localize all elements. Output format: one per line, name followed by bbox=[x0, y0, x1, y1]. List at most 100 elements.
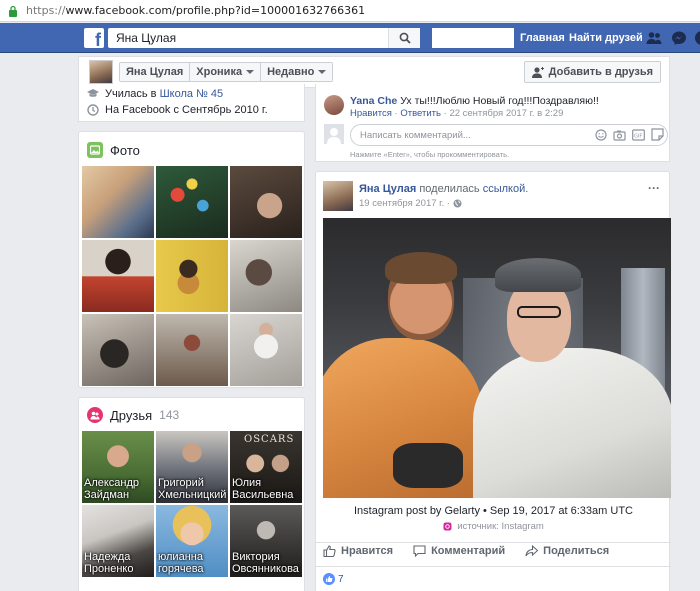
emoji-icon[interactable] bbox=[595, 129, 607, 141]
photo-thumbnail[interactable] bbox=[230, 314, 302, 386]
friend-tile[interactable]: Надежда Проненко bbox=[82, 505, 154, 577]
school-link[interactable]: Школа № 45 bbox=[160, 88, 224, 100]
graduation-cap-icon bbox=[87, 89, 99, 97]
timeline-label: Хроника bbox=[196, 66, 243, 78]
right-person-jacket bbox=[473, 348, 671, 498]
education-row: Училась в Школа № 45 bbox=[87, 88, 223, 100]
post-author-name[interactable]: Яна Цулая bbox=[359, 183, 416, 195]
facebook-logo[interactable]: f bbox=[84, 28, 104, 48]
like-button[interactable]: Нравится bbox=[323, 545, 393, 557]
post-date[interactable]: 19 сентября 2017 г. · bbox=[359, 198, 450, 209]
user-name-box[interactable] bbox=[432, 28, 514, 48]
friend-tile[interactable]: Александр Зайдман bbox=[82, 431, 154, 503]
comment-text: Ух ты!!!Люблю Новый год!!!Поздравляю!! bbox=[397, 95, 599, 107]
tab-profile-name[interactable]: Яна Цулая bbox=[120, 63, 191, 81]
friend-tile[interactable]: юлианна горячева bbox=[156, 505, 228, 577]
url-text: www.facebook.com/profile.php?id=10000163… bbox=[65, 4, 366, 17]
friend-name: Юлия Васильевна bbox=[232, 477, 294, 501]
my-avatar bbox=[324, 124, 344, 144]
nav-home-link[interactable]: Главная bbox=[520, 32, 565, 44]
search-input[interactable]: Яна Цулая bbox=[108, 28, 420, 48]
comment-actions: Нравится · Ответить · 22 сентября 2017 г… bbox=[350, 108, 564, 119]
instagram-icon bbox=[443, 522, 452, 531]
tab-recent[interactable]: Недавно bbox=[261, 63, 333, 81]
previous-post-comments: Yana Che Ух ты!!!Люблю Новый год!!!Поздр… bbox=[315, 84, 670, 162]
intro-card: Училась в Школа № 45 На Facebook с Сентя… bbox=[78, 84, 305, 122]
friend-name: Григорий Хмельницкий bbox=[158, 477, 227, 501]
chevron-down-icon bbox=[246, 70, 255, 74]
post-action-text: поделилась bbox=[419, 183, 480, 195]
facebook-top-bar: f Яна Цулая Главная Найти друзей bbox=[0, 23, 700, 53]
photos-icon bbox=[87, 142, 103, 158]
like-label: Нравится bbox=[341, 545, 394, 557]
friend-name: Надежда Проненко bbox=[84, 551, 134, 575]
reactions-summary[interactable]: 7 bbox=[323, 573, 344, 585]
member-since-text: На Facebook с Сентябрь 2010 г. bbox=[105, 104, 268, 116]
comment-placeholder: Написать комментарий... bbox=[360, 130, 471, 141]
globe-icon bbox=[453, 199, 462, 208]
comment-input[interactable]: Написать комментарий... GIF bbox=[350, 124, 668, 146]
photo-thumbnail[interactable] bbox=[230, 166, 302, 238]
education-prefix: Училась в bbox=[105, 88, 157, 100]
friend-name: Александр Зайдман bbox=[84, 477, 140, 501]
share-button[interactable]: Поделиться bbox=[525, 545, 609, 557]
reactions-count: 7 bbox=[338, 573, 344, 585]
comment-body: Yana Che Ух ты!!!Люблю Новый год!!!Поздр… bbox=[350, 95, 600, 107]
photo-thumbnail[interactable] bbox=[82, 240, 154, 312]
nav-find-friends-link[interactable]: Найти друзей bbox=[569, 32, 643, 44]
post-options-button[interactable]: ··· bbox=[648, 181, 660, 195]
commenter-avatar[interactable] bbox=[324, 95, 344, 115]
photo-thumbnail[interactable] bbox=[156, 240, 228, 312]
comment-date: 22 сентября 2017 г. в 2:29 bbox=[449, 108, 564, 119]
notifications-icon[interactable] bbox=[694, 30, 700, 46]
friend-requests-icon[interactable] bbox=[646, 30, 662, 46]
friend-tile[interactable]: Виктория Овсянникова bbox=[230, 505, 302, 577]
search-button[interactable] bbox=[388, 28, 420, 48]
friend-tile[interactable]: OSCARS Юлия Васильевна bbox=[230, 431, 302, 503]
post-author-avatar[interactable] bbox=[323, 181, 353, 211]
profile-avatar-small[interactable] bbox=[89, 60, 113, 84]
camera-icon[interactable] bbox=[613, 129, 626, 141]
post-link-word[interactable]: ссылкой bbox=[483, 183, 526, 195]
photos-card: Фото bbox=[78, 131, 305, 388]
commenter-name[interactable]: Yana Che bbox=[350, 95, 397, 107]
photo-thumbnail[interactable] bbox=[156, 166, 228, 238]
photo-thumbnail[interactable] bbox=[82, 166, 154, 238]
comment-reply-link[interactable]: Ответить bbox=[400, 108, 441, 119]
chevron-down-icon bbox=[318, 70, 327, 74]
comment-like-link[interactable]: Нравится bbox=[350, 108, 392, 119]
link-source: источник: Instagram bbox=[316, 521, 671, 532]
post-meta: 19 сентября 2017 г. · bbox=[359, 198, 462, 209]
friends-count: 143 bbox=[159, 408, 180, 422]
add-friend-button[interactable]: Добавить в друзья bbox=[523, 61, 661, 83]
profile-tabs: Яна Цулая Хроника Недавно bbox=[119, 62, 334, 82]
comment-button[interactable]: Комментарий bbox=[413, 545, 505, 557]
messages-icon[interactable] bbox=[671, 30, 687, 46]
divider bbox=[316, 542, 671, 543]
friends-card: Друзья 143 Александр Зайдман Григорий Хм… bbox=[78, 397, 305, 591]
comment-icon bbox=[413, 545, 426, 557]
photos-header[interactable]: Фото bbox=[87, 142, 140, 158]
share-label: Поделиться bbox=[543, 545, 610, 557]
gif-icon[interactable]: GIF bbox=[632, 129, 645, 141]
photos-title: Фото bbox=[110, 142, 140, 158]
photo-thumbnail[interactable] bbox=[156, 314, 228, 386]
friend-tile[interactable]: Григорий Хмельницкий bbox=[156, 431, 228, 503]
add-friend-label: Добавить в друзья bbox=[548, 66, 653, 78]
friends-title: Друзья bbox=[110, 407, 153, 423]
shared-link-post: Яна Цулая поделилась ссылкой. 19 сентябр… bbox=[315, 171, 671, 591]
member-since-row: На Facebook с Сентябрь 2010 г. bbox=[87, 104, 268, 116]
link-caption[interactable]: Instagram post by Gelarty • Sep 19, 2017… bbox=[316, 505, 671, 517]
divider bbox=[316, 566, 671, 567]
svg-text:GIF: GIF bbox=[634, 134, 642, 140]
friends-header[interactable]: Друзья 143 bbox=[87, 407, 179, 423]
sticker-icon[interactable] bbox=[651, 128, 664, 141]
shared-photo[interactable] bbox=[323, 218, 671, 498]
profile-name-label: Яна Цулая bbox=[126, 66, 184, 78]
photo-thumbnail[interactable] bbox=[230, 240, 302, 312]
browser-address-bar[interactable]: https:// www.facebook.com/profile.php?id… bbox=[0, 0, 700, 22]
recent-label: Недавно bbox=[267, 66, 315, 78]
link-source-text: источник: Instagram bbox=[457, 521, 544, 532]
tab-timeline[interactable]: Хроника bbox=[190, 63, 262, 81]
photo-thumbnail[interactable] bbox=[82, 314, 154, 386]
